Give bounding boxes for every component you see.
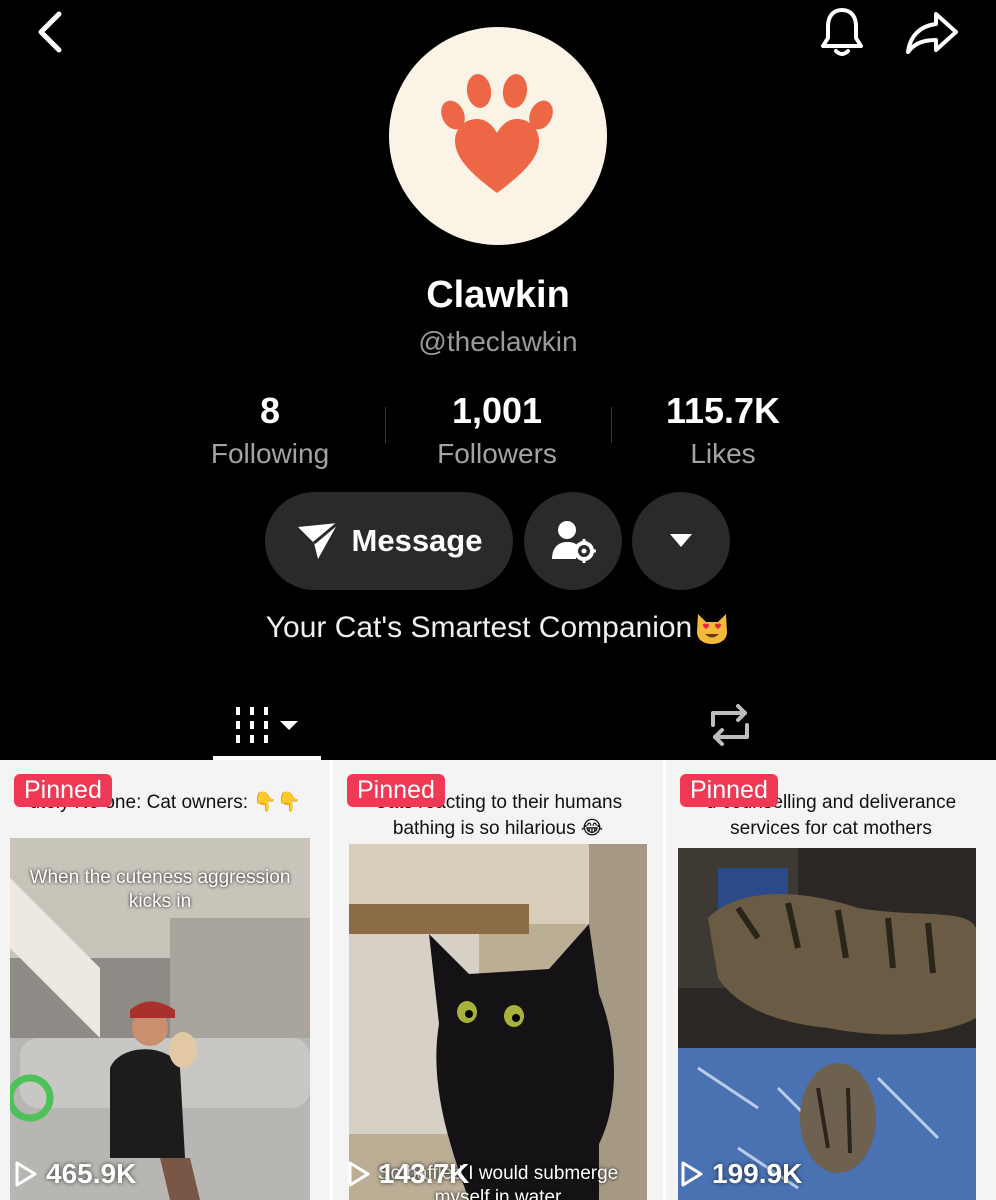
video-thumbnail[interactable]: Cats reacting to their humans bathing is… <box>333 760 663 1200</box>
avatar[interactable] <box>389 27 607 245</box>
view-count: 465.9K <box>14 1158 136 1190</box>
bio-text: Your Cat's Smartest Companion <box>265 611 693 644</box>
tab-videos[interactable] <box>213 690 321 760</box>
grid-view-icon <box>236 707 298 743</box>
likes-label: Likes <box>690 438 756 469</box>
paw-heart-icon <box>441 74 553 193</box>
profile-handle: @theclawkin <box>418 326 578 357</box>
caret-down-icon <box>670 534 692 547</box>
bell-icon[interactable] <box>812 4 872 60</box>
profile-actions: Message <box>0 492 996 590</box>
view-count-value: 143.7K <box>379 1158 470 1189</box>
profile-tabs <box>0 690 996 760</box>
followers-label: Followers <box>437 438 557 469</box>
share-arrow-icon[interactable] <box>900 6 964 60</box>
more-options-button[interactable] <box>632 492 730 590</box>
following-count: 8 <box>259 390 281 431</box>
followers-stat[interactable]: 1,001 Followers <box>387 390 607 470</box>
profile-stats: 8 Following 1,001 Followers 115.7K Likes <box>0 390 996 470</box>
user-gear-icon <box>552 521 596 563</box>
tab-reposts[interactable] <box>695 690 765 760</box>
user-settings-button[interactable] <box>524 492 622 590</box>
likes-stat[interactable]: 115.7K Likes <box>613 390 833 470</box>
pinned-badge: Pinned <box>14 774 112 807</box>
likes-count: 115.7K <box>665 390 781 431</box>
profile-bio: Your Cat's Smartest Companion <box>0 610 996 646</box>
view-count: 143.7K <box>347 1158 469 1190</box>
view-count: 199.9K <box>680 1158 802 1190</box>
heart-eyes-cat-emoji-icon <box>697 614 728 644</box>
following-label: Following <box>210 438 330 469</box>
followers-count: 1,001 <box>451 390 543 431</box>
message-button-label: Message <box>351 523 483 558</box>
video-grid: utely No one: Cat owners: 👇👇 When the cu… <box>0 760 996 1200</box>
back-icon[interactable] <box>28 10 72 54</box>
pinned-badge: Pinned <box>680 774 778 807</box>
profile-name: Clawkin <box>426 274 570 316</box>
play-icon <box>348 1161 370 1187</box>
message-button[interactable]: Message <box>265 492 513 590</box>
stat-divider <box>611 407 612 443</box>
video-frame <box>678 848 976 1200</box>
video-frame: So baffled I would submerge myself in wa… <box>349 844 647 1200</box>
view-count-value: 465.9K <box>46 1158 137 1189</box>
video-frame: When the cuteness aggression kicks in <box>10 838 310 1200</box>
following-stat[interactable]: 8 Following <box>160 390 380 470</box>
video-thumbnail[interactable]: utely No one: Cat owners: 👇👇 When the cu… <box>0 760 330 1200</box>
stat-divider <box>385 407 386 443</box>
play-icon <box>15 1161 37 1187</box>
play-icon <box>681 1161 703 1187</box>
view-count-value: 199.9K <box>712 1158 803 1189</box>
send-icon <box>297 521 339 559</box>
repost-icon <box>711 704 749 746</box>
video-overlay-text: When the cuteness aggression kicks in <box>29 867 291 912</box>
video-thumbnail[interactable]: d counselling and deliverance services f… <box>666 760 996 1200</box>
pinned-badge: Pinned <box>347 774 445 807</box>
